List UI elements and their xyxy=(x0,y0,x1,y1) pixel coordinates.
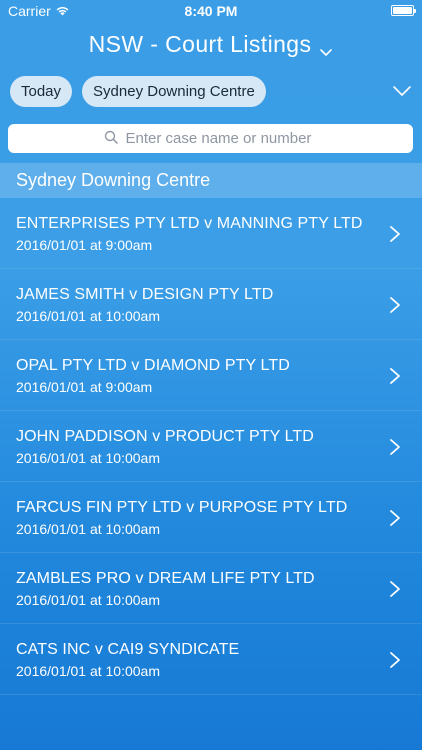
search-input[interactable] xyxy=(123,129,318,148)
case-row[interactable]: CATS INC v CAI9 SYNDICATE 2016/01/01 at … xyxy=(0,624,422,695)
case-datetime: 2016/01/01 at 9:00am xyxy=(16,237,153,253)
battery-icon xyxy=(391,5,416,16)
case-datetime: 2016/01/01 at 10:00am xyxy=(16,450,161,466)
chevron-right-icon xyxy=(389,509,401,527)
filter-expand-button[interactable] xyxy=(392,81,412,101)
case-datetime: 2016/01/01 at 10:00am xyxy=(16,663,161,679)
status-bar: Carrier 8:40 PM xyxy=(0,0,422,22)
section-header: Sydney Downing Centre xyxy=(0,163,422,198)
status-time: 8:40 PM xyxy=(184,3,238,19)
case-row[interactable]: ZAMBLES PRO v DREAM LIFE PTY LTD 2016/01… xyxy=(0,553,422,624)
case-title: ENTERPRISES PTY LTD v MANNING PTY LTD xyxy=(16,215,363,232)
page-title: NSW - Court Listings xyxy=(88,30,312,57)
search-icon xyxy=(104,130,118,148)
case-row[interactable]: ENTERPRISES PTY LTD v MANNING PTY LTD 20… xyxy=(0,198,422,269)
case-row[interactable]: JOHN PADDISON v PRODUCT PTY LTD 2016/01/… xyxy=(0,411,422,482)
case-title: ZAMBLES PRO v DREAM LIFE PTY LTD xyxy=(16,570,315,587)
chevron-right-icon xyxy=(389,438,401,456)
case-row[interactable]: FARCUS FIN PTY LTD v PURPOSE PTY LTD 201… xyxy=(0,482,422,553)
chevron-right-icon xyxy=(389,225,401,243)
case-row[interactable]: JAMES SMITH v DESIGN PTY LTD 2016/01/01 … xyxy=(0,269,422,340)
case-title: OPAL PTY LTD v DIAMOND PTY LTD xyxy=(16,357,290,374)
case-list: ENTERPRISES PTY LTD v MANNING PTY LTD 20… xyxy=(0,198,422,695)
case-datetime: 2016/01/01 at 9:00am xyxy=(16,379,153,395)
case-title: JAMES SMITH v DESIGN PTY LTD xyxy=(16,286,274,303)
chevron-right-icon xyxy=(389,296,401,314)
case-datetime: 2016/01/01 at 10:00am xyxy=(16,308,161,324)
case-row[interactable]: OPAL PTY LTD v DIAMOND PTY LTD 2016/01/0… xyxy=(0,340,422,411)
chevron-right-icon xyxy=(389,367,401,385)
chevron-right-icon xyxy=(389,580,401,598)
chevron-down-icon xyxy=(319,38,333,56)
case-datetime: 2016/01/01 at 10:00am xyxy=(16,592,161,608)
filter-row: Today Sydney Downing Centre xyxy=(10,75,412,107)
case-title: CATS INC v CAI9 SYNDICATE xyxy=(16,641,240,658)
filter-chip-date[interactable]: Today xyxy=(10,75,73,107)
page-title-button[interactable]: NSW - Court Listings xyxy=(0,28,422,60)
battery-level xyxy=(393,7,412,14)
case-title: JOHN PADDISON v PRODUCT PTY LTD xyxy=(16,428,314,445)
chevron-right-icon xyxy=(389,651,401,669)
case-datetime: 2016/01/01 at 10:00am xyxy=(16,521,161,537)
case-title: FARCUS FIN PTY LTD v PURPOSE PTY LTD xyxy=(16,499,348,516)
search-bar[interactable] xyxy=(8,124,413,153)
chevron-down-icon xyxy=(392,86,412,105)
filter-chip-court[interactable]: Sydney Downing Centre xyxy=(82,75,266,107)
